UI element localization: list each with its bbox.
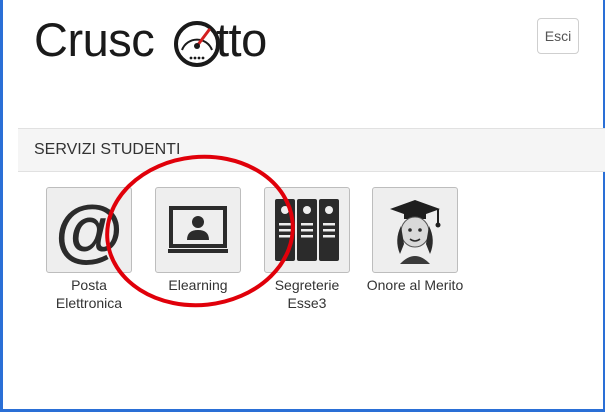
service-tile-segreterie-esse3[interactable]: Segreterie Esse3 — [254, 187, 360, 312]
service-tile-label: Onore al Merito — [366, 277, 464, 293]
service-tile-onore-al-merito[interactable]: Onore al Merito — [362, 187, 468, 294]
service-tile-elearning[interactable]: Elearning — [145, 187, 251, 294]
speedometer-icon — [174, 21, 220, 67]
service-tile-label: Posta Elettronica — [55, 277, 123, 311]
at-sign-icon: @ — [55, 194, 123, 266]
service-tile-label: Segreterie Esse3 — [274, 277, 340, 311]
services-section-header: SERVIZI STUDENTI — [18, 128, 605, 172]
logo-text-left: Crusc — [34, 13, 155, 66]
logo-text-right: tto — [216, 13, 267, 66]
service-tile-icon-box[interactable] — [264, 187, 350, 273]
service-tile-icon-box[interactable] — [372, 187, 458, 273]
section-title: SERVIZI STUDENTI — [34, 141, 181, 158]
graduate-icon — [390, 200, 441, 264]
service-tile-label: Elearning — [168, 277, 228, 293]
window-frame-left — [0, 0, 3, 412]
service-tile-icon-box[interactable] — [155, 187, 241, 273]
svg-text:@: @ — [55, 194, 123, 266]
logout-button[interactable]: Esci — [537, 18, 579, 54]
cruscotto-logo[interactable]: Crusc tto — [34, 6, 304, 84]
monitor-user-icon — [168, 206, 228, 253]
service-tile-icon-box[interactable]: @ — [46, 187, 132, 273]
binders-icon — [275, 199, 339, 261]
service-tile-posta-elettronica[interactable]: @ Posta Elettronica — [36, 187, 142, 312]
